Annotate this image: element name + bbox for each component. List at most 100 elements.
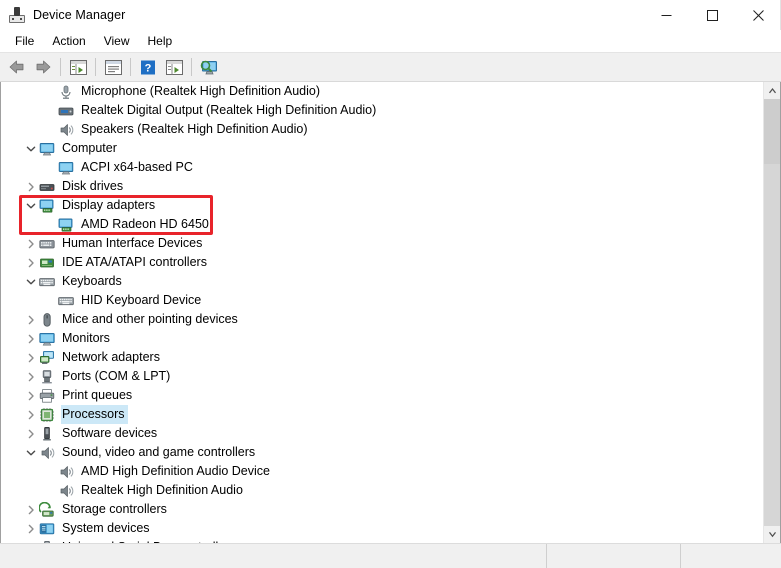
tree-item-amd-high-definition-audio-device[interactable]: AMD High Definition Audio Device [1,462,763,481]
toolbar: ? [0,53,781,82]
maximize-icon [706,9,718,21]
chevron-right-icon[interactable] [23,329,39,348]
update-driver-button[interactable] [161,55,187,79]
minimize-icon [661,14,671,16]
scroll-down-button[interactable] [764,526,780,543]
tree-item-hid-keyboard-device[interactable]: HID Keyboard Device [1,291,763,310]
scrollbar-track-lower[interactable] [764,164,780,526]
forward-button[interactable] [30,55,56,79]
menu-help[interactable]: Help [139,31,182,52]
chevron-right-icon[interactable] [23,500,39,519]
menu-action[interactable]: Action [43,31,94,52]
maximize-button[interactable] [689,0,735,30]
chevron-down-icon[interactable] [23,443,39,462]
show-hide-console-tree-button[interactable] [65,55,91,79]
tree-item-processors[interactable]: Processors [1,405,763,424]
tree-item-amd-radeon-hd-6450[interactable]: AMD Radeon HD 6450 [1,215,763,234]
tree-item-label: Display adapters [62,198,156,212]
tree-item-label: Speakers (Realtek High Definition Audio) [81,122,308,136]
properties-button[interactable] [100,55,126,79]
ide-controller-icon [39,255,55,271]
tree-item-display-adapters[interactable]: Display adapters [1,196,763,215]
tree-item-label: Sound, video and game controllers [62,445,256,459]
close-button[interactable] [735,0,781,30]
tree-item-computer[interactable]: Computer [1,139,763,158]
speaker-icon [58,122,74,138]
scroll-up-button[interactable] [764,82,780,99]
scrollbar-track[interactable] [764,99,780,526]
tree-item-label: Keyboards [62,274,122,288]
tree-item-microphone[interactable]: Microphone (Realtek High Definition Audi… [1,82,763,101]
status-pane-main [0,544,547,568]
tree-item-disk-drives[interactable]: Disk drives [1,177,763,196]
tree-item-realtek-digital-output[interactable]: Realtek Digital Output (Realtek High Def… [1,101,763,120]
tree-item-mice-and-other-pointing-devices[interactable]: Mice and other pointing devices [1,310,763,329]
tree-item-label: Computer [62,141,117,155]
processor-icon [39,407,55,423]
tree-item-label: ACPI x64-based PC [81,160,193,174]
tree-item-label: Network adapters [62,350,160,364]
status-bar [0,543,781,568]
toolbar-separator-4 [191,58,192,76]
chevron-right-icon[interactable] [23,424,39,443]
tree-item-ports-com-lpt[interactable]: Ports (COM & LPT) [1,367,763,386]
chevron-right-icon[interactable] [23,234,39,253]
scrollbar-thumb[interactable] [764,99,780,164]
tree-item-human-interface-devices[interactable]: Human Interface Devices [1,234,763,253]
printer-icon [39,388,55,404]
tree-item-label: Software devices [62,426,158,440]
tree-item-system-devices[interactable]: System devices [1,519,763,538]
tree-item-ide-ata-atapi-controllers[interactable]: IDE ATA/ATAPI controllers [1,253,763,272]
tree-item-keyboards[interactable]: Keyboards [1,272,763,291]
tree-item-acpi-x64-based-pc[interactable]: ACPI x64-based PC [1,158,763,177]
tree-item-monitors[interactable]: Monitors [1,329,763,348]
chevron-right-icon[interactable] [23,386,39,405]
computer-icon [39,141,55,157]
device-tree[interactable]: Microphone (Realtek High Definition Audi… [1,82,763,543]
status-pane-tertiary [681,544,781,568]
chevron-right-icon[interactable] [23,253,39,272]
toolbar-separator-2 [95,58,96,76]
device-manager-window: Device Manager File Action View Help ? M… [0,0,781,568]
tree-item-speakers[interactable]: Speakers (Realtek High Definition Audio) [1,120,763,139]
help-button[interactable]: ? [135,55,161,79]
chevron-down-icon[interactable] [23,272,39,291]
content-pane: Microphone (Realtek High Definition Audi… [0,82,781,543]
display-adapter-icon [58,217,74,233]
chevron-right-icon[interactable] [23,367,39,386]
tree-item-print-queues[interactable]: Print queues [1,386,763,405]
window-title: Device Manager [33,8,126,22]
tree-item-realtek-high-definition-audio[interactable]: Realtek High Definition Audio [1,481,763,500]
scan-for-hardware-changes-button[interactable] [196,55,222,79]
tree-item-label: AMD Radeon HD 6450 [81,217,209,231]
chevron-right-icon[interactable] [23,405,39,424]
vertical-scrollbar[interactable] [763,82,780,543]
minimize-button[interactable] [643,0,689,30]
tree-item-universal-serial-bus-controllers[interactable]: Universal Serial Bus controllers [1,538,763,543]
usb-controller-icon [39,540,55,543]
tree-item-label: HID Keyboard Device [81,293,202,307]
port-icon [39,369,55,385]
tree-item-software-devices[interactable]: Software devices [1,424,763,443]
software-device-icon [39,426,55,442]
chevron-down-icon[interactable] [23,196,39,215]
chevron-down-icon[interactable] [23,139,39,158]
menu-view[interactable]: View [95,31,139,52]
hid-icon [39,236,55,252]
chevron-right-icon[interactable] [23,177,39,196]
chevron-right-icon[interactable] [23,348,39,367]
chevron-right-icon[interactable] [23,519,39,538]
tree-item-sound-video-and-game-controllers[interactable]: Sound, video and game controllers [1,443,763,462]
speaker-icon [39,445,55,461]
chevron-right-icon[interactable] [23,310,39,329]
tree-item-label: Disk drives [62,179,124,193]
back-button[interactable] [4,55,30,79]
tree-item-storage-controllers[interactable]: Storage controllers [1,500,763,519]
tree-item-label: AMD High Definition Audio Device [81,464,270,478]
tree-item-label: Ports (COM & LPT) [62,369,171,383]
chevron-right-icon[interactable] [23,538,39,543]
tree-item-network-adapters[interactable]: Network adapters [1,348,763,367]
system-device-icon [39,521,55,537]
help-question-icon: ? [141,60,155,74]
menu-file[interactable]: File [6,31,43,52]
